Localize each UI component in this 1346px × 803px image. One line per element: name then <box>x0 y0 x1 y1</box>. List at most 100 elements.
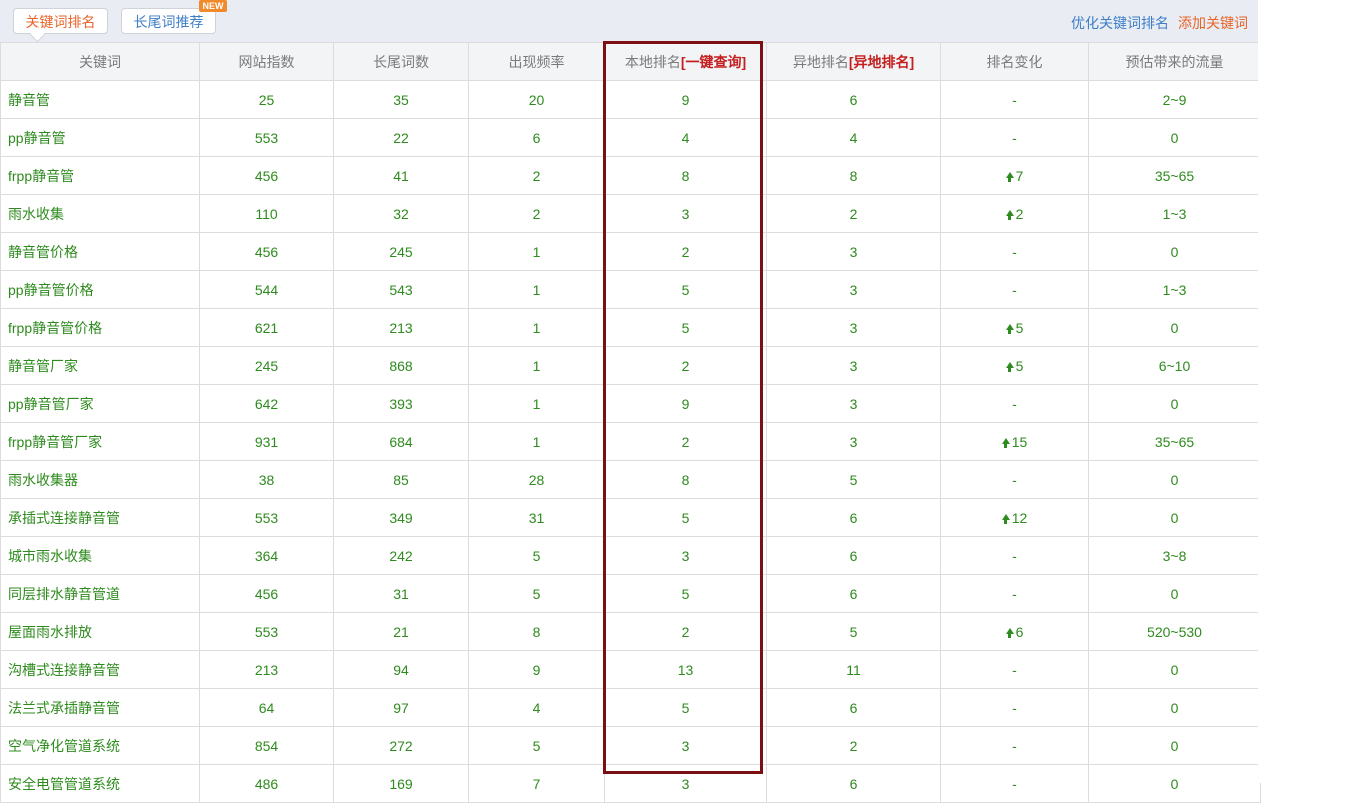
longtail-count-cell: 868 <box>333 346 469 385</box>
optimize-ranking-link[interactable]: 优化关键词排名 <box>1071 13 1169 33</box>
keyword-cell[interactable]: 雨水收集器 <box>0 460 200 499</box>
rank-change-cell: - <box>940 80 1089 119</box>
header-keyword: 关键词 <box>0 42 200 81</box>
longtail-count-cell: 393 <box>333 384 469 423</box>
right-blank-area <box>1258 0 1346 783</box>
remote-rank-cell: 6 <box>766 80 941 119</box>
rank-change-cell: - <box>940 688 1089 727</box>
frequency-cell: 5 <box>468 574 605 613</box>
keyword-cell[interactable]: 静音管 <box>0 80 200 119</box>
keyword-cell[interactable]: frpp静音管 <box>0 156 200 195</box>
site-index-cell: 931 <box>199 422 334 461</box>
keyword-cell[interactable]: frpp静音管价格 <box>0 308 200 347</box>
site-index-cell: 553 <box>199 498 334 537</box>
table-row: 静音管 25 35 20 9 6-2~9 <box>0 80 1261 119</box>
header-local-rank: 本地排名[一键查询] <box>604 42 767 81</box>
longtail-count-cell: 22 <box>333 118 469 157</box>
keyword-cell[interactable]: 空气净化管道系统 <box>0 726 200 765</box>
table-row: 屋面雨水排放 553 21 8 2 5 6 520~530 <box>0 612 1261 651</box>
up-arrow-icon <box>1001 437 1010 448</box>
local-rank-cell: 5 <box>604 308 767 347</box>
site-index-cell: 110 <box>199 194 334 233</box>
header-frequency: 出现频率 <box>468 42 605 81</box>
rank-change-cell: - <box>940 118 1089 157</box>
keyword-cell[interactable]: 静音管价格 <box>0 232 200 271</box>
remote-rank-cell: 2 <box>766 726 941 765</box>
estimated-traffic-cell: 0 <box>1088 384 1261 423</box>
estimated-traffic-cell: 0 <box>1088 460 1261 499</box>
local-rank-cell: 2 <box>604 346 767 385</box>
header-estimated-traffic: 预估带来的流量 <box>1088 42 1261 81</box>
frequency-cell: 1 <box>468 346 605 385</box>
estimated-traffic-cell: 35~65 <box>1088 422 1261 461</box>
longtail-count-cell: 94 <box>333 650 469 689</box>
rank-change-cell: - <box>940 726 1089 765</box>
site-index-cell: 456 <box>199 232 334 271</box>
rank-change-cell: - <box>940 574 1089 613</box>
frequency-cell: 2 <box>468 194 605 233</box>
frequency-cell: 1 <box>468 422 605 461</box>
keyword-cell[interactable]: pp静音管厂家 <box>0 384 200 423</box>
local-rank-cell: 2 <box>604 422 767 461</box>
local-rank-cell: 3 <box>604 764 767 803</box>
keyword-ranking-table: 关键词 网站指数 长尾词数 出现频率 本地排名[一键查询] 异地排名[异地排名]… <box>0 42 1261 803</box>
longtail-count-cell: 32 <box>333 194 469 233</box>
keyword-cell[interactable]: pp静音管价格 <box>0 270 200 309</box>
keyword-cell[interactable]: 沟槽式连接静音管 <box>0 650 200 689</box>
frequency-cell: 1 <box>468 232 605 271</box>
frequency-cell: 7 <box>468 764 605 803</box>
frequency-cell: 2 <box>468 156 605 195</box>
longtail-count-cell: 213 <box>333 308 469 347</box>
table-row: 安全电管管道系统 486 169 7 3 6-0 <box>0 764 1261 803</box>
rank-change-value: 12 <box>1011 509 1028 526</box>
frequency-cell: 1 <box>468 308 605 347</box>
longtail-count-cell: 543 <box>333 270 469 309</box>
site-index-cell: 486 <box>199 764 334 803</box>
remote-rank-cell: 3 <box>766 346 941 385</box>
keyword-cell[interactable]: pp静音管 <box>0 118 200 157</box>
keyword-cell[interactable]: 城市雨水收集 <box>0 536 200 575</box>
longtail-count-cell: 41 <box>333 156 469 195</box>
rank-change-cell: 5 <box>940 308 1089 347</box>
estimated-traffic-cell: 0 <box>1088 308 1261 347</box>
table-row: 静音管厂家 245 868 1 2 3 5 6~10 <box>0 346 1261 385</box>
keyword-cell[interactable]: 雨水收集 <box>0 194 200 233</box>
tab-keyword-ranking[interactable]: 关键词排名 <box>13 8 108 34</box>
keyword-cell[interactable]: 静音管厂家 <box>0 346 200 385</box>
up-arrow-icon <box>1005 323 1014 334</box>
add-keyword-link[interactable]: 添加关键词 <box>1178 13 1248 33</box>
rank-change-cell: 7 <box>940 156 1089 195</box>
longtail-count-cell: 21 <box>333 612 469 651</box>
estimated-traffic-cell: 0 <box>1088 726 1261 765</box>
keyword-cell[interactable]: 同层排水静音管道 <box>0 574 200 613</box>
local-rank-cell: 2 <box>604 232 767 271</box>
site-index-cell: 456 <box>199 574 334 613</box>
frequency-cell: 4 <box>468 688 605 727</box>
keyword-cell[interactable]: 屋面雨水排放 <box>0 612 200 651</box>
local-rank-cell: 5 <box>604 574 767 613</box>
estimated-traffic-cell: 520~530 <box>1088 612 1261 651</box>
site-index-cell: 621 <box>199 308 334 347</box>
estimated-traffic-cell: 35~65 <box>1088 156 1261 195</box>
keyword-cell[interactable]: frpp静音管厂家 <box>0 422 200 461</box>
frequency-cell: 9 <box>468 650 605 689</box>
table-row: 雨水收集器 38 85 28 8 5-0 <box>0 460 1261 499</box>
table-row: 雨水收集 110 32 2 3 2 2 1~3 <box>0 194 1261 233</box>
header-remote-rank: 异地排名[异地排名] <box>766 42 941 81</box>
keyword-cell[interactable]: 承插式连接静音管 <box>0 498 200 537</box>
keyword-cell[interactable]: 法兰式承插静音管 <box>0 688 200 727</box>
rank-change-cell: 6 <box>940 612 1089 651</box>
estimated-traffic-cell: 1~3 <box>1088 194 1261 233</box>
longtail-count-cell: 97 <box>333 688 469 727</box>
longtail-count-cell: 85 <box>333 460 469 499</box>
remote-rank-cell: 6 <box>766 688 941 727</box>
site-index-cell: 642 <box>199 384 334 423</box>
site-index-cell: 553 <box>199 118 334 157</box>
up-arrow-icon <box>1005 627 1014 638</box>
remote-rank-cell: 3 <box>766 422 941 461</box>
one-click-query-link[interactable]: [一键查询] <box>681 54 746 70</box>
remote-rank-link[interactable]: [异地排名] <box>849 54 914 70</box>
keyword-cell[interactable]: 安全电管管道系统 <box>0 764 200 803</box>
rank-change-cell: - <box>940 650 1089 689</box>
estimated-traffic-cell: 1~3 <box>1088 270 1261 309</box>
